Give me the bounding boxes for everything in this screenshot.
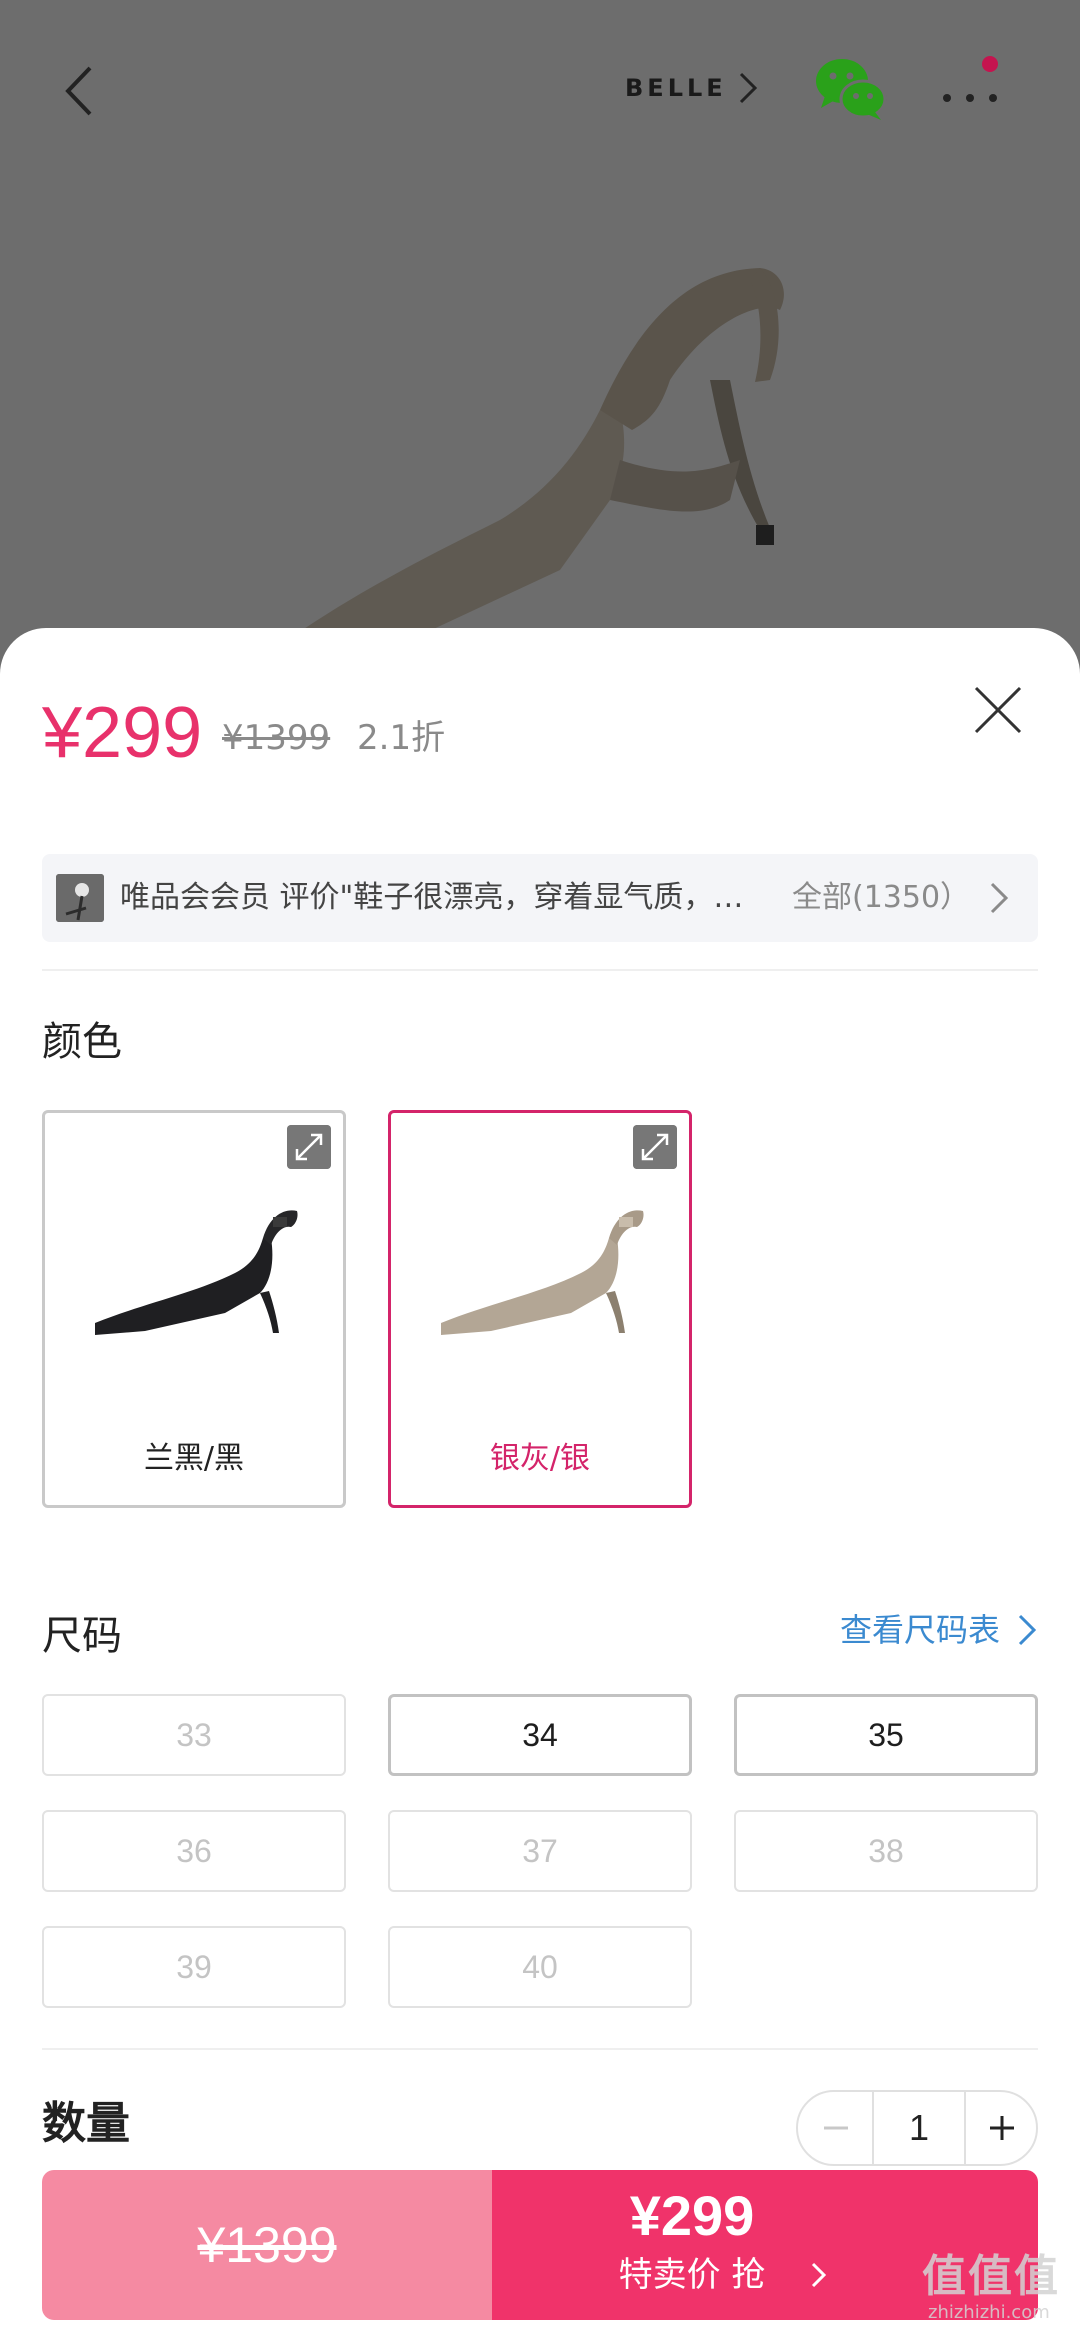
original-price: ¥1399: [222, 718, 331, 758]
size-option-38[interactable]: 38: [734, 1810, 1038, 1892]
review-snippet: 唯品会会员 评价"鞋子很漂亮，穿着显气质，…: [120, 880, 744, 915]
chevron-right-icon: [811, 2262, 827, 2288]
size-option-39[interactable]: 39: [42, 1926, 346, 2008]
divider: [42, 2048, 1038, 2050]
size-option-33[interactable]: 33: [42, 1694, 346, 1776]
review-summary-bar[interactable]: 唯品会会员 评价"鞋子很漂亮，穿着显气质，… 全部(1350）: [42, 854, 1038, 942]
size-option-34[interactable]: 34: [388, 1694, 692, 1776]
quantity-value[interactable]: 1: [872, 2092, 966, 2164]
size-option-35[interactable]: 35: [734, 1694, 1038, 1776]
product-hero-image: [260, 268, 784, 680]
notification-dot: [982, 56, 998, 72]
original-price-button[interactable]: ¥1399: [42, 2170, 492, 2320]
top-bar: BELLE: [0, 40, 1080, 140]
product-page-background: BELLE: [0, 0, 1080, 700]
original-price: ¥1399: [197, 2217, 337, 2273]
back-arrow-icon[interactable]: [50, 56, 120, 126]
close-icon[interactable]: [968, 680, 1028, 740]
more-options-icon[interactable]: [935, 68, 1005, 118]
size-option-40[interactable]: 40: [388, 1926, 692, 2008]
color-option-black[interactable]: 兰黑/黑: [42, 1110, 346, 1508]
purchase-bar: ¥1399 ¥299 特卖价 抢: [42, 2170, 1038, 2320]
chevron-right-icon: [739, 72, 758, 104]
expand-icon[interactable]: [287, 1125, 331, 1169]
plus-icon[interactable]: [966, 2092, 1038, 2164]
minus-icon[interactable]: [798, 2092, 872, 2164]
review-count-link[interactable]: 全部(1350）: [792, 876, 970, 920]
size-section-title: 尺码: [42, 1613, 122, 1659]
color-option-label: 银灰/银: [489, 1441, 591, 1476]
quantity-label: 数量: [42, 2098, 130, 2149]
size-guide-link[interactable]: 查看尺码表: [840, 1608, 1000, 1652]
brand-name[interactable]: BELLE: [625, 74, 727, 102]
color-section-title: 颜色: [42, 1019, 122, 1065]
black-shoe-image: [95, 1210, 298, 1335]
sale-price: ¥299: [629, 2184, 755, 2247]
sku-selection-sheet: ¥299 ¥1399 2.1折 唯品会会员 评价"鞋子很漂亮，穿着显气质，… 全…: [0, 628, 1080, 2333]
watermark-url: zhizhizhi.com: [928, 2302, 1050, 2323]
color-option-label: 兰黑/黑: [143, 1441, 245, 1476]
chevron-right-icon: [1018, 1614, 1037, 1646]
expand-icon[interactable]: [633, 1125, 677, 1169]
color-option-silver[interactable]: 银灰/银: [388, 1110, 692, 1508]
reviewer-avatar: [56, 874, 104, 922]
silver-shoe-image: [441, 1210, 644, 1335]
watermark: 值值值 zhizhizhi.com: [922, 2240, 1072, 2330]
size-option-36[interactable]: 36: [42, 1810, 346, 1892]
watermark-logo: 值值值: [922, 2251, 1060, 2302]
wechat-share-icon[interactable]: [815, 56, 887, 122]
buy-now-label: 特卖价 抢: [618, 2255, 766, 2295]
current-price: ¥299: [42, 693, 203, 773]
quantity-stepper: 1: [796, 2090, 1038, 2166]
size-option-37[interactable]: 37: [388, 1810, 692, 1892]
chevron-right-icon: [990, 882, 1009, 914]
price-row: ¥299 ¥1399 2.1折: [42, 688, 942, 778]
discount-label: 2.1折: [357, 718, 446, 758]
divider: [42, 969, 1038, 971]
